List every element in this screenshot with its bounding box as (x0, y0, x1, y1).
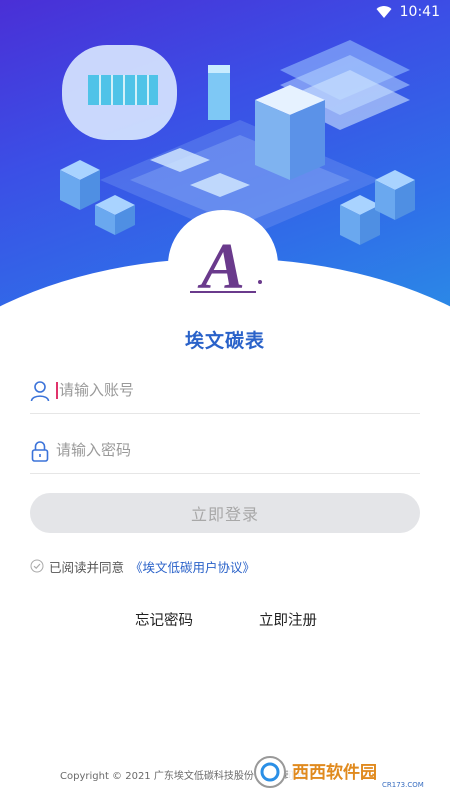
lock-icon (31, 440, 49, 462)
agreement-link[interactable]: 《埃文低碳用户协议》 (130, 557, 255, 576)
password-input[interactable] (56, 435, 376, 466)
svg-text:A: A (197, 230, 245, 300)
account-field[interactable] (30, 368, 420, 414)
app-title: 埃文碳表 (184, 330, 265, 352)
password-field[interactable] (30, 428, 420, 474)
svg-text:西西软件园: 西西软件园 (292, 762, 377, 783)
status-time: 10:41 (399, 4, 440, 20)
app-logo: A (168, 210, 278, 320)
account-input[interactable] (59, 375, 379, 406)
register-link[interactable]: 立即注册 (259, 609, 317, 630)
check-circle-icon[interactable] (30, 559, 44, 573)
forgot-password-link[interactable]: 忘记密码 (135, 609, 193, 630)
user-icon (30, 380, 50, 401)
logo-a-icon: A (190, 230, 262, 300)
svg-text:CR173.COM: CR173.COM (382, 781, 424, 789)
agreement-row: 已阅读并同意 《埃文低碳用户协议》 (30, 557, 255, 575)
text-cursor (56, 382, 58, 399)
login-button[interactable]: 立即登录 (30, 493, 420, 533)
watermark-logo: 西西软件园 CR173.COM (254, 756, 428, 789)
agreement-text: 已阅读并同意 (49, 559, 125, 575)
wifi-icon (376, 6, 392, 19)
status-bar: 10:41 (0, 0, 450, 24)
